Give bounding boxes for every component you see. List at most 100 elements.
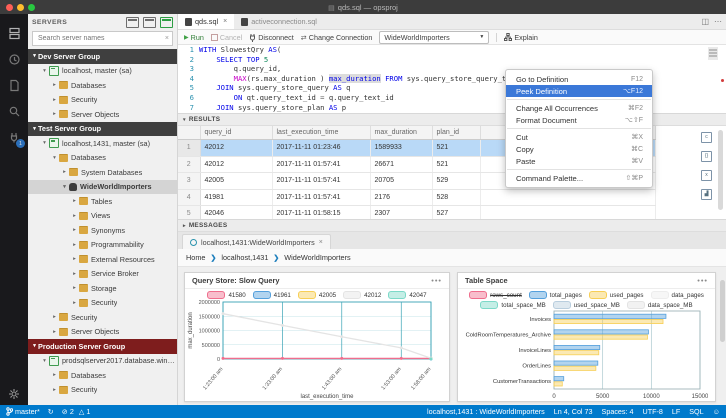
- table-row[interactable]: 5420462017-11-11 01:58:152307527: [178, 206, 656, 220]
- tree-item-security[interactable]: ▸Security: [28, 93, 177, 108]
- disconnect-button[interactable]: Disconnect: [249, 33, 294, 42]
- chevron-right-icon[interactable]: ▸: [71, 256, 78, 262]
- grid-cell[interactable]: 1589933: [370, 140, 432, 157]
- chevron-right-icon[interactable]: ▸: [71, 227, 78, 233]
- tree-item-server-objects[interactable]: ▸Server Objects: [28, 107, 177, 122]
- tree-item-storage[interactable]: ▸Storage: [28, 281, 177, 296]
- save-excel-icon[interactable]: x: [701, 170, 712, 181]
- breadcrumb-server[interactable]: localhost,1431: [221, 253, 268, 262]
- results-scrollbar[interactable]: [718, 130, 723, 210]
- grid-cell[interactable]: 2307: [370, 206, 432, 220]
- menu-item-peek-definition[interactable]: Peek Definition⌥F12: [506, 85, 652, 97]
- chevron-down-icon[interactable]: ▾: [51, 155, 58, 161]
- chevron-down-icon[interactable]: ▾: [31, 343, 38, 349]
- column-header[interactable]: max_duration: [370, 126, 432, 140]
- tree-item-synonyms[interactable]: ▸Synonyms: [28, 223, 177, 238]
- close-tab-icon[interactable]: ×: [319, 239, 323, 246]
- dashboard-scrollbar[interactable]: [720, 280, 725, 342]
- split-editor-icon[interactable]: ◫: [701, 17, 709, 26]
- chevron-right-icon[interactable]: ▸: [51, 97, 58, 103]
- tree-item-prodsqlserver2017-database-windo-[interactable]: ▾prodsqlserver2017.database.windo...: [28, 354, 177, 369]
- breadcrumb-database[interactable]: WideWorldImporters: [284, 253, 350, 262]
- git-branch-status[interactable]: master*: [6, 407, 40, 416]
- close-tab-icon[interactable]: ×: [223, 18, 227, 25]
- tree-item-databases[interactable]: ▸Databases: [28, 368, 177, 383]
- new-server-group-icon[interactable]: [143, 17, 156, 28]
- menu-item-change-all-occurrences[interactable]: Change All Occurrences⌘F2: [506, 102, 652, 114]
- chevron-right-icon[interactable]: ▸: [71, 213, 78, 219]
- cursor-position[interactable]: Ln 4, Col 73: [554, 407, 593, 416]
- tree-item-wideworldimporters[interactable]: ▾WideWorldImporters: [28, 180, 177, 195]
- menu-item-go-to-definition[interactable]: Go to DefinitionF12: [506, 73, 652, 85]
- connection-status[interactable]: localhost,1431 : WideWorldImporters: [427, 407, 545, 416]
- chevron-right-icon[interactable]: ▸: [61, 169, 68, 175]
- grid-cell[interactable]: 521: [432, 140, 480, 157]
- language-mode-status[interactable]: SQL: [689, 407, 703, 416]
- chevron-right-icon[interactable]: ▸: [51, 387, 58, 393]
- tree-item-security[interactable]: ▸Security: [28, 310, 177, 325]
- tree-item-system-databases[interactable]: ▸System Databases: [28, 165, 177, 180]
- legend-item-42005[interactable]: 42005: [298, 291, 336, 299]
- chevron-right-icon[interactable]: ▸: [71, 285, 78, 291]
- legend-item-41580[interactable]: 41580: [207, 291, 245, 299]
- grid-cell[interactable]: 2176: [370, 189, 432, 206]
- grid-cell[interactable]: 2017-11-11 01:57:41: [272, 173, 370, 190]
- cancel-button[interactable]: Cancel: [211, 33, 242, 42]
- chevron-right-icon[interactable]: ▸: [51, 314, 58, 320]
- grid-cell[interactable]: 2017-11-11 01:23:46: [272, 140, 370, 157]
- grid-cell[interactable]: 42046: [200, 206, 272, 220]
- task-history-icon[interactable]: [0, 46, 28, 72]
- tree-item-service-broker[interactable]: ▸Service Broker: [28, 267, 177, 282]
- panel-menu-icon[interactable]: •••: [431, 276, 442, 285]
- database-dropdown[interactable]: WideWorldImporters▼: [379, 31, 489, 44]
- column-header[interactable]: query_id: [200, 126, 272, 140]
- legend-item-42047[interactable]: 42047: [388, 291, 426, 299]
- dashboard-tab[interactable]: localhost,1431:WideWorldImporters ×: [182, 234, 331, 249]
- more-actions-icon[interactable]: ⋯: [714, 17, 722, 26]
- sync-icon[interactable]: ↻: [48, 407, 54, 416]
- save-json-icon[interactable]: {}: [701, 151, 712, 162]
- tree-item-external-resources[interactable]: ▸External Resources: [28, 252, 177, 267]
- legend-item-rows_count[interactable]: rows_count: [469, 291, 522, 299]
- chevron-down-icon[interactable]: ▾: [41, 68, 48, 74]
- tree-item-security[interactable]: ▸Security: [28, 296, 177, 311]
- tab-activeconnection-sql[interactable]: activeconnection.sql: [234, 14, 324, 29]
- menu-item-paste[interactable]: Paste⌘V: [506, 155, 652, 167]
- chevron-down-icon[interactable]: ▾: [61, 184, 68, 190]
- chevron-down-icon[interactable]: ▾: [41, 358, 48, 364]
- clear-search-icon[interactable]: ×: [165, 35, 169, 42]
- chevron-right-icon[interactable]: ▸: [71, 198, 78, 204]
- grid-cell[interactable]: 521: [432, 156, 480, 173]
- connections-icon[interactable]: 1: [0, 124, 28, 150]
- show-chart-icon[interactable]: ▟: [701, 189, 712, 200]
- menu-item-format-document[interactable]: Format Document⌥⇧F: [506, 114, 652, 126]
- chevron-right-icon[interactable]: ▸: [51, 82, 58, 88]
- search-icon[interactable]: [0, 98, 28, 124]
- legend-item-42012[interactable]: 42012: [343, 291, 381, 299]
- grid-cell[interactable]: 42012: [200, 140, 272, 157]
- grid-cell[interactable]: 2017-11-11 01:57:41: [272, 156, 370, 173]
- settings-gear-icon[interactable]: [0, 388, 28, 400]
- grid-cell[interactable]: 42012: [200, 156, 272, 173]
- legend-item-data_space_MB[interactable]: data_space_MB: [627, 301, 693, 309]
- encoding-status[interactable]: UTF-8: [643, 407, 663, 416]
- menu-item-cut[interactable]: Cut⌘X: [506, 131, 652, 143]
- tree-item-databases[interactable]: ▾Databases: [28, 151, 177, 166]
- tree-item-views[interactable]: ▸Views: [28, 209, 177, 224]
- chevron-down-icon[interactable]: ▾: [31, 126, 38, 132]
- grid-cell[interactable]: 26671: [370, 156, 432, 173]
- change-connection-button[interactable]: ⇄Change Connection: [301, 33, 373, 42]
- breadcrumb-home[interactable]: Home: [186, 253, 205, 262]
- server-group-header[interactable]: ▾Production Server Group: [28, 339, 177, 354]
- chevron-right-icon[interactable]: ▸: [71, 300, 78, 306]
- chevron-down-icon[interactable]: ▾: [41, 140, 48, 146]
- legend-item-total_space_MB[interactable]: total_space_MB: [480, 301, 545, 309]
- eol-status[interactable]: LF: [672, 407, 680, 416]
- minimap[interactable]: [708, 47, 718, 60]
- menu-item-copy[interactable]: Copy⌘C: [506, 143, 652, 155]
- run-button[interactable]: ▶Run: [184, 33, 204, 42]
- feedback-smiley-icon[interactable]: ☺: [713, 407, 720, 416]
- grid-cell[interactable]: 527: [432, 206, 480, 220]
- code-line-2[interactable]: 2 SELECT TOP 5: [178, 55, 726, 65]
- new-connection-icon[interactable]: [126, 17, 139, 28]
